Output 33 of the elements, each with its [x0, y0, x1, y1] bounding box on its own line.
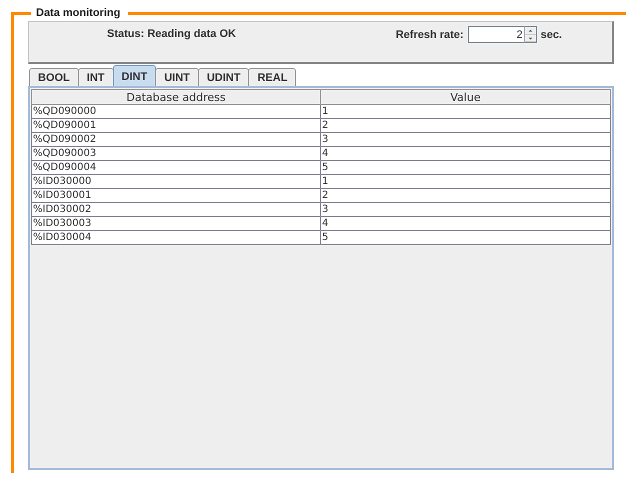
unit-label: sec. [540, 28, 562, 40]
status-text: Status: Reading data OK [107, 28, 236, 40]
tab[interactable]: INT [78, 68, 114, 86]
table-cell: 4 [320, 146, 610, 160]
table-cell: 2 [320, 188, 610, 202]
table-cell: 3 [320, 132, 610, 146]
table-cell: %QD090000 [32, 104, 320, 118]
table-cell: 1 [320, 174, 610, 188]
table-cell: %QD090002 [32, 132, 320, 146]
column-header[interactable]: Value [320, 90, 610, 104]
table-cell: %ID030004 [32, 230, 320, 244]
tab[interactable]: UDINT [198, 68, 250, 86]
table-cell: %ID030002 [32, 202, 320, 216]
tab[interactable]: REAL [248, 68, 296, 86]
tab[interactable]: UINT [155, 68, 199, 86]
table-cell: 5 [320, 160, 610, 174]
tab[interactable]: DINT [112, 65, 156, 86]
table-cell: %ID030003 [32, 216, 320, 230]
refresh-rate-label: Refresh rate: [396, 28, 464, 40]
table-cell: 2 [320, 118, 610, 132]
table-cell: 5 [320, 230, 610, 244]
column-header[interactable]: Database address [32, 90, 320, 104]
table-cell: 1 [320, 104, 610, 118]
tab[interactable]: BOOL [29, 68, 79, 86]
table-cell: 3 [320, 202, 610, 216]
table-cell: %QD090001 [32, 118, 320, 132]
table-cell: %QD090004 [32, 160, 320, 174]
group-title: Data monitoring [35, 7, 122, 19]
table-cell: %ID030000 [32, 174, 320, 188]
refresh-rate-field[interactable]: 2 [468, 26, 524, 43]
table-cell: %QD090003 [32, 146, 320, 160]
table-cell: %ID030001 [32, 188, 320, 202]
table-cell: 4 [320, 216, 610, 230]
